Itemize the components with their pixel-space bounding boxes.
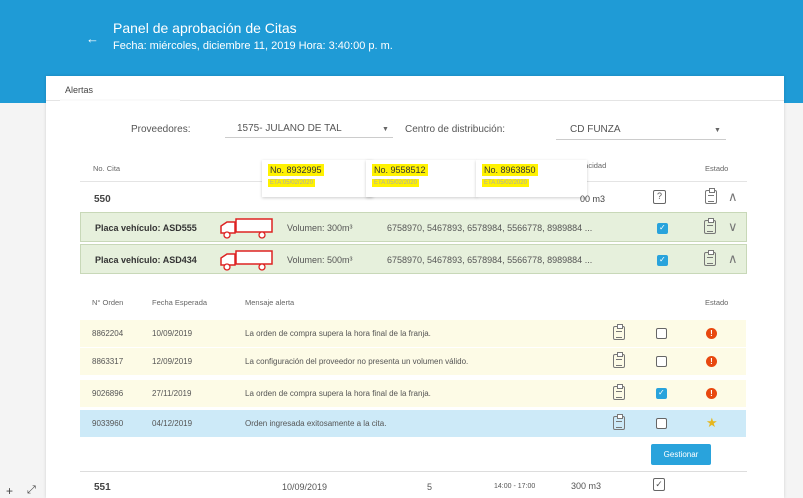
check-icon[interactable]: ✓ [653, 478, 665, 491]
question-icon[interactable]: ? [653, 190, 666, 204]
vehicle-checkbox[interactable] [657, 223, 668, 234]
alert-fecha: 04/12/2019 [152, 419, 193, 428]
note-eta: ETA:05/02/2020 [372, 179, 419, 187]
alerts-col-orden: N° Orden [92, 298, 124, 307]
centro-label: Centro de distribución: [405, 124, 506, 135]
alert-checkbox[interactable] [656, 418, 667, 429]
alert-row[interactable]: 8862204 10/09/2019 La orden de compra su… [80, 320, 746, 347]
note-number: No. 8963850 [482, 164, 538, 176]
alert-checkbox[interactable] [656, 388, 667, 399]
vehicle-row[interactable]: Placa vehículo: ASD434 Volumen: 500m³ 67… [80, 244, 747, 274]
expand-icon[interactable]: ⤢ [27, 484, 36, 497]
truck-icon [220, 250, 273, 271]
alerts-col-estado: Estado [705, 298, 729, 307]
note-number: No. 8932995 [268, 164, 324, 176]
vehicle-orders: 6758970, 5467893, 6578984, 5566778, 8989… [387, 255, 593, 265]
proveedores-select[interactable]: 1575- JULANO DE TAL ▼ [225, 118, 393, 138]
cita-capacidad: 300 m3 [571, 481, 602, 491]
alert-mensaje: La orden de compra supera la hora final … [245, 389, 431, 398]
vehicle-volume: Volumen: 300m³ [287, 223, 353, 233]
cita-count: 5 [427, 482, 433, 492]
note-eta: ETA:05/02/2020 [268, 179, 315, 187]
alerts-col-mensaje: Mensaje alerta [245, 298, 295, 307]
chevron-down-icon: ▼ [714, 127, 721, 134]
chevron-up-icon[interactable]: ∧ [728, 251, 738, 267]
warning-icon: ! [706, 388, 717, 399]
proveedores-value: 1575- JULANO DE TAL [237, 123, 342, 134]
truck-icon [220, 218, 273, 239]
vehicle-row[interactable]: Placa vehículo: ASD555 Volumen: 300m³ 67… [80, 212, 747, 242]
clipboard-icon[interactable] [613, 384, 625, 400]
cita-id: 550 [94, 194, 111, 205]
star-icon: ★ [706, 415, 718, 430]
clipboard-icon[interactable] [613, 352, 625, 368]
chevron-down-icon[interactable]: ∨ [728, 219, 738, 235]
order-note[interactable]: No. 8963850 ETA:05/02/2020 [476, 160, 587, 197]
chevron-down-icon: ▼ [382, 126, 389, 133]
note-number: No. 9558512 [372, 164, 428, 176]
alert-orden: 8862204 [92, 329, 124, 338]
clipboard-icon[interactable] [705, 188, 717, 204]
vehicle-plate: Placa vehículo: ASD434 [95, 255, 197, 265]
alert-mensaje: La configuración del proveedor no presen… [245, 357, 469, 366]
divider [80, 471, 747, 472]
clipboard-icon[interactable] [613, 414, 625, 430]
alert-row[interactable]: 8863317 12/09/2019 La configuración del … [80, 348, 746, 375]
alert-checkbox[interactable] [656, 328, 667, 339]
clipboard-icon[interactable] [704, 250, 716, 266]
centro-select[interactable]: CD FUNZA ▼ [556, 118, 726, 140]
warning-icon: ! [706, 328, 717, 339]
alert-fecha: 10/09/2019 [152, 329, 193, 338]
col-estado: Estado [705, 164, 729, 173]
back-arrow-icon[interactable]: ← [86, 31, 99, 46]
clipboard-icon[interactable] [704, 218, 716, 234]
tab-underline [60, 99, 180, 101]
clipboard-icon[interactable] [613, 324, 625, 340]
alert-orden: 9033960 [92, 419, 124, 428]
page-subtitle: Fecha: miércoles, diciembre 11, 2019 Hor… [113, 40, 393, 52]
note-eta: ETA:05/02/2020 [482, 179, 529, 187]
alert-row[interactable]: 9033960 04/12/2019 Orden ingresada exito… [80, 410, 746, 437]
cita-id: 551 [94, 482, 111, 493]
gestionar-button[interactable]: Gestionar [651, 444, 711, 465]
alert-orden: 9026896 [92, 389, 124, 398]
warning-icon: ! [706, 356, 717, 367]
vehicle-plate: Placa vehículo: ASD555 [95, 223, 197, 233]
alert-fecha: 27/11/2019 [152, 389, 192, 398]
cita-franja: 14:00 - 17:00 [494, 483, 536, 490]
cita-fecha: 10/09/2019 [282, 482, 328, 492]
proveedores-label: Proveedores: [131, 124, 191, 135]
order-note[interactable]: No. 8932995 ETA:05/02/2020 [262, 160, 373, 197]
chevron-up-icon[interactable]: ∧ [728, 189, 738, 205]
page-title: Panel de aprobación de Citas [113, 20, 297, 36]
alert-fecha: 12/09/2019 [152, 357, 193, 366]
vehicle-orders: 6758970, 5467893, 6578984, 5566778, 8989… [387, 223, 593, 233]
alert-row[interactable]: 9026896 27/11/2019 La orden de compra su… [80, 380, 746, 407]
col-no-cita: No. Cita [93, 164, 121, 173]
alert-mensaje: La orden de compra supera la hora final … [245, 329, 431, 338]
alert-checkbox[interactable] [656, 356, 667, 367]
plus-icon[interactable]: + [6, 484, 13, 498]
centro-value: CD FUNZA [570, 124, 621, 135]
alert-mensaje: Orden ingresada exitosamente a la cita. [245, 419, 387, 428]
vehicle-volume: Volumen: 500m³ [287, 255, 353, 265]
order-note[interactable]: No. 9558512 ETA:05/02/2020 [366, 160, 477, 197]
alert-orden: 8863317 [92, 357, 124, 366]
vehicle-checkbox[interactable] [657, 255, 668, 266]
cita-capacidad: 00 m3 [580, 194, 606, 204]
tab-alertas[interactable]: Alertas [65, 85, 93, 95]
alerts-col-fecha: Fecha Esperada [152, 298, 208, 307]
